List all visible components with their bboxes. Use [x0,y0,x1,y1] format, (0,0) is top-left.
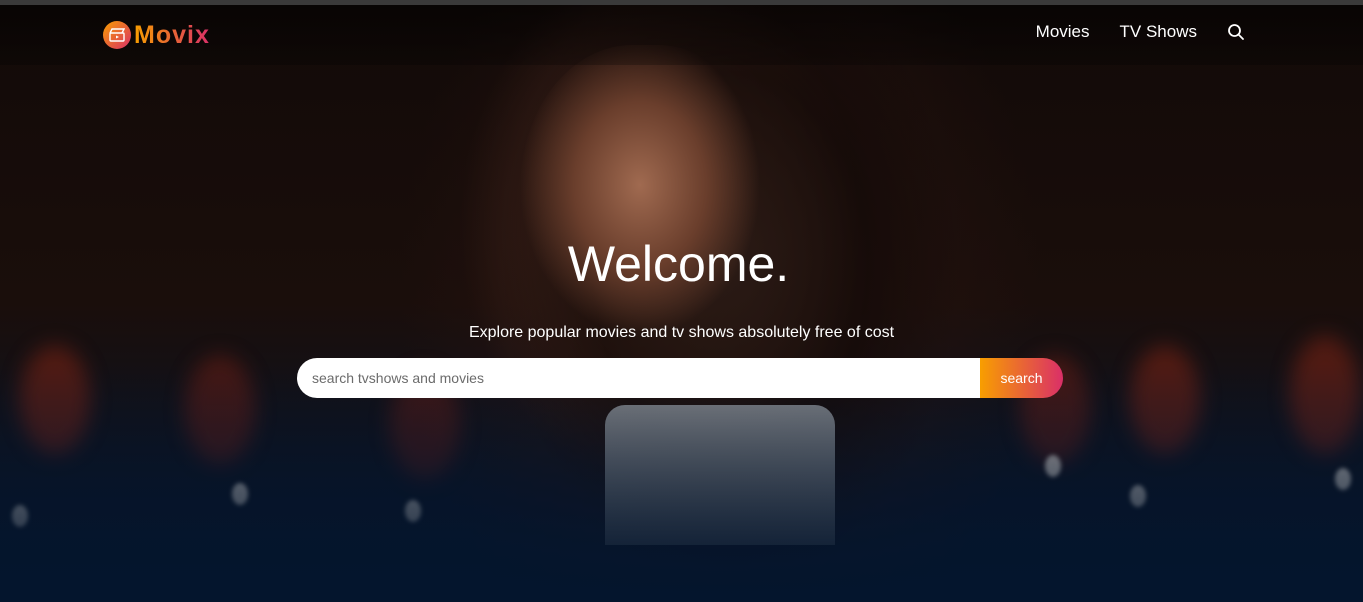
nav-item-movies[interactable]: Movies [1036,22,1090,42]
logo[interactable]: Movix [103,20,210,50]
search-bar: search [297,358,1063,398]
search-button[interactable]: search [980,358,1063,398]
search-input[interactable] [297,358,980,398]
main-nav: Movies TV Shows [1006,22,1245,42]
nav-item-tv-shows[interactable]: TV Shows [1120,22,1197,42]
page-title: Welcome. [567,236,790,292]
clapperboard-icon [103,21,131,49]
logo-text: Movix [134,20,210,49]
page-subtitle: Explore popular movies and tv shows abso… [468,324,895,341]
hero-content: Welcome. Explore popular movies and tv s… [0,235,1363,342]
site-header: Movix Movies TV Shows [0,5,1363,65]
search-icon[interactable] [1227,23,1245,41]
